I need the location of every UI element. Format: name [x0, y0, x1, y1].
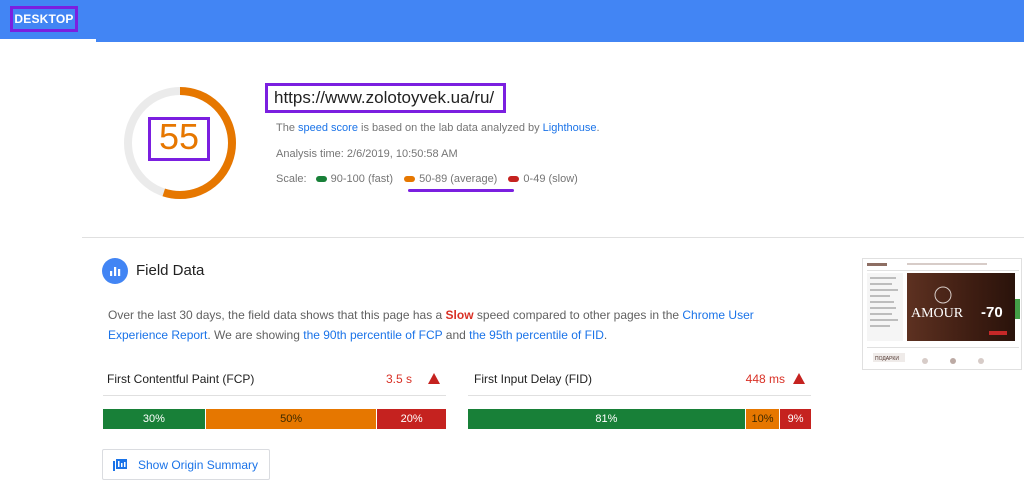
fast-dot-icon — [315, 175, 327, 182]
metric-fcp: First Contentful Paint (FCP) 3.5 s — [103, 362, 446, 396]
distribution-segment-average: 10% — [745, 409, 781, 429]
performance-score: 55 — [158, 116, 200, 157]
warning-icon — [428, 373, 440, 384]
speed-score-note: The speed score is based on the lab data… — [276, 122, 600, 134]
thumb-banner-text: AMOUR — [911, 306, 964, 321]
field-data-title: Field Data — [136, 262, 205, 279]
speed-note-mid: is based on the lab data analyzed by — [361, 122, 540, 134]
distribution-segment-slow: 20% — [377, 409, 446, 429]
average-highlight-underline — [408, 189, 514, 192]
fcp-distribution-bar: 30% 50% 20% — [103, 409, 446, 429]
top-app-bar: DESKTOP — [0, 0, 1024, 42]
desc-part-2: speed compared to other pages in the — [476, 308, 680, 322]
scale-fast: 90-100 (fast) — [330, 173, 394, 185]
analyzed-url: https://www.zolotoyvek.ua/ru/ — [274, 88, 495, 107]
scale-average: 50-89 (average) — [419, 173, 498, 185]
metric-fcp-label: First Contentful Paint (FCP) — [107, 372, 255, 386]
slow-label: Slow — [445, 308, 474, 322]
distribution-segment-fast: 81% — [468, 409, 746, 429]
section-divider — [82, 237, 1024, 238]
speed-note-prefix: The — [276, 122, 295, 134]
slow-dot-icon — [508, 175, 520, 182]
speed-note-end: . — [596, 122, 600, 134]
thumb-discount-text: -70 — [981, 304, 1003, 321]
page-screenshot-thumbnail: AMOUR -70 ПОДАРКИ — [862, 258, 1022, 370]
fid-percentile-link[interactable]: the 95th percentile of FID — [469, 328, 604, 342]
fcp-percentile-link[interactable]: the 90th percentile of FCP — [303, 328, 442, 342]
desc-part-1: Over the last 30 days, the field data sh… — [108, 308, 443, 322]
fid-distribution-bar: 81% 10% 9% — [468, 409, 811, 429]
metric-fcp-value: 3.5 s — [385, 372, 412, 386]
bar-chart-icon — [102, 258, 128, 284]
warning-icon — [793, 373, 805, 384]
field-data-description: Over the last 30 days, the field data sh… — [108, 305, 808, 345]
distribution-segment-slow: 9% — [780, 409, 811, 429]
scale-label: Scale: — [276, 173, 307, 185]
desc-part-4: and — [445, 328, 466, 342]
thumbnail-image: AMOUR -70 ПОДАРКИ — [863, 259, 1021, 369]
metric-fid-value: 448 ms — [745, 372, 785, 386]
distribution-segment-average: 50% — [205, 409, 378, 429]
show-origin-summary-button[interactable]: Show Origin Summary — [102, 449, 270, 480]
desc-part-5: . — [603, 328, 608, 342]
scale-slow: 0-49 (slow) — [523, 173, 578, 185]
metric-fid-label: First Input Delay (FID) — [474, 372, 593, 386]
scale-legend: Scale: 90-100 (fast) 50-89 (average) 0-4… — [276, 173, 578, 185]
show-origin-summary-label: Show Origin Summary — [138, 458, 259, 472]
tab-desktop[interactable]: DESKTOP — [10, 6, 78, 32]
active-tab-indicator — [0, 39, 96, 42]
distribution-segment-fast: 30% — [103, 409, 206, 429]
thumb-gifts-button: ПОДАРКИ — [875, 356, 899, 362]
average-dot-icon — [404, 175, 416, 182]
library-icon — [113, 459, 127, 471]
analysis-time: Analysis time: 2/6/2019, 10:50:58 AM — [276, 148, 458, 160]
desc-part-3: . We are showing — [207, 328, 300, 342]
metric-fid: First Input Delay (FID) 448 ms — [468, 362, 811, 396]
lighthouse-link[interactable]: Lighthouse — [543, 122, 597, 134]
speed-score-link[interactable]: speed score — [298, 122, 358, 134]
